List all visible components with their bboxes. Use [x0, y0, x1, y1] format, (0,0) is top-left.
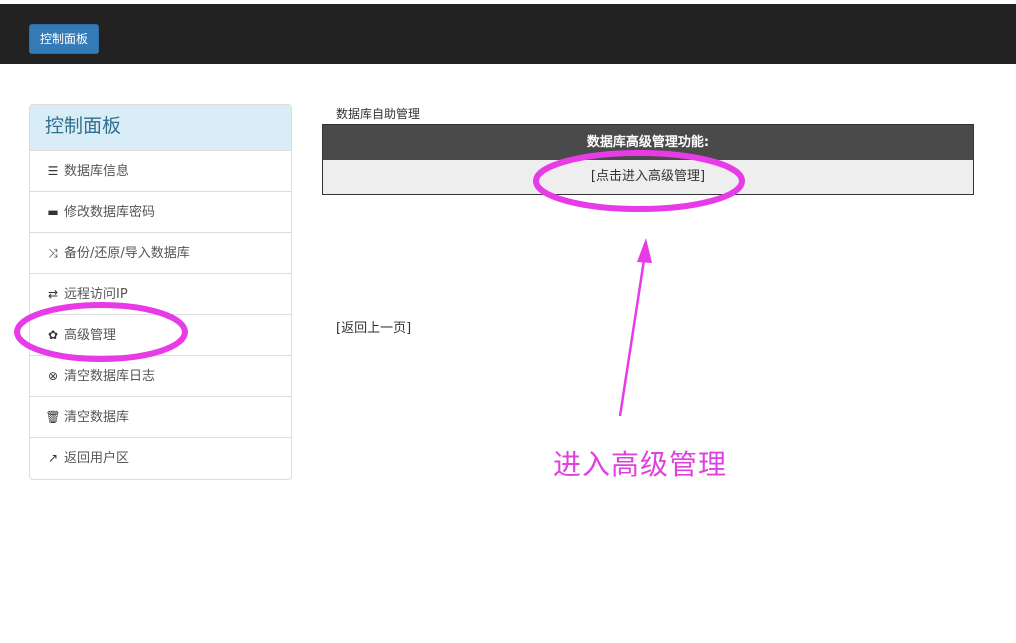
sidebar-item-change-password[interactable]: ▬ 修改数据库密码: [30, 192, 291, 233]
cog-icon: ✿: [47, 328, 59, 342]
sidebar-item-label: 数据库信息: [64, 164, 130, 179]
page-root: 控制面板 控制面板 ☰ 数据库信息 ▬ 修改数据库密码 ⤨ 备份/还原/导入数据库 ⇄…: [0, 0, 1016, 643]
control-panel-button[interactable]: 控制面板: [29, 24, 100, 54]
table-row: [点击进入高级管理]: [323, 160, 973, 194]
sidebar-panel: 控制面板 ☰ 数据库信息 ▬ 修改数据库密码 ⤨ 备份/还原/导入数据库 ⇄ 远程访问I…: [29, 104, 292, 480]
share-icon: ↗: [47, 451, 59, 465]
sidebar-item-return-user[interactable]: ↗ 返回用户区: [30, 438, 291, 479]
list-icon: ☰: [47, 164, 59, 178]
sidebar-item-label: 远程访问IP: [64, 287, 128, 302]
shuffle-icon: ⤨: [48, 246, 58, 260]
sidebar-item-clear-log[interactable]: ⊗ 清空数据库日志: [30, 356, 291, 397]
table-header: 数据库高级管理功能:: [323, 125, 973, 160]
sidebar-item-label: 清空数据库日志: [64, 369, 156, 384]
advanced-table: 数据库高级管理功能: [点击进入高级管理]: [322, 124, 974, 195]
sidebar-item-remote-access[interactable]: ⇄ 远程访问IP: [30, 274, 291, 315]
sidebar-item-label: 返回用户区: [64, 451, 130, 466]
advanced-management-link[interactable]: [点击进入高级管理]: [591, 169, 705, 184]
annotation-label: 进入高级管理: [553, 448, 728, 481]
sidebar-item-clear-database[interactable]: 🗑 清空数据库: [30, 397, 291, 438]
sidebar-item-label: 修改数据库密码: [64, 205, 156, 220]
sidebar-item-advanced[interactable]: ✿ 高级管理: [30, 315, 291, 356]
sidebar-item-database-info[interactable]: ☰ 数据库信息: [30, 151, 291, 192]
sidebar-item-backup-restore[interactable]: ⤨ 备份/还原/导入数据库: [30, 233, 291, 274]
sidebar-heading: 控制面板: [30, 105, 291, 151]
hdd-icon: ▬: [47, 205, 59, 219]
remove-circle-icon: ⊗: [47, 369, 59, 383]
sidebar-item-label: 清空数据库: [64, 410, 130, 425]
trash-icon: 🗑: [45, 410, 61, 424]
back-link[interactable]: [返回上一页]: [336, 317, 411, 336]
sidebar-item-label: 备份/还原/导入数据库: [64, 246, 190, 261]
sidebar-item-label: 高级管理: [64, 328, 117, 343]
navbar: 控制面板: [0, 4, 1016, 64]
arrow-icon: [618, 238, 652, 417]
transfer-icon: ⇄: [47, 287, 59, 301]
page-title: 数据库自助管理: [336, 107, 421, 121]
